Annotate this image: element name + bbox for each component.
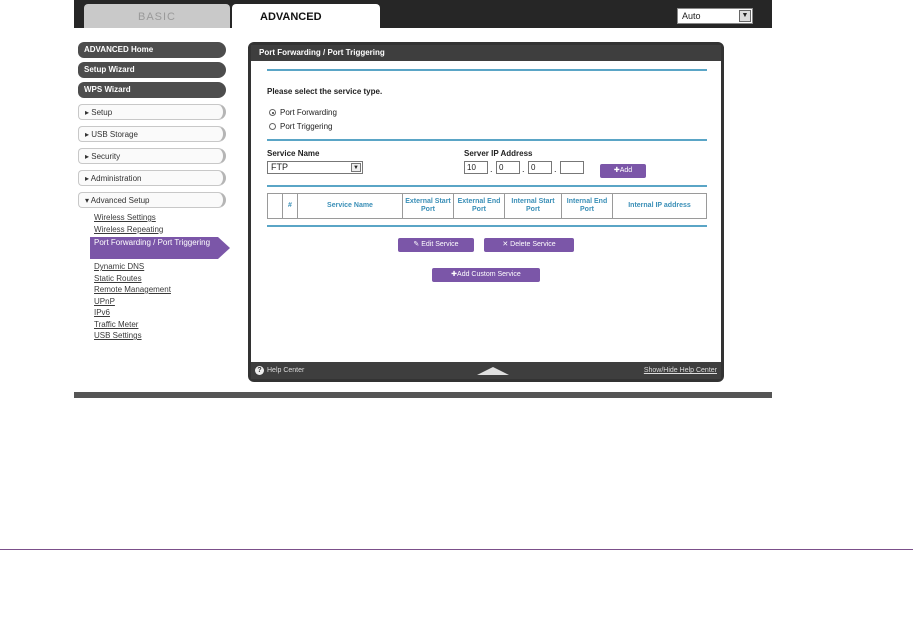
ip-dot: . — [490, 164, 493, 174]
language-select[interactable]: Auto ▼ — [677, 8, 753, 24]
show-hide-help-link[interactable]: Show/Hide Help Center — [644, 362, 717, 379]
nav-wireless-settings[interactable]: Wireless Settings — [78, 212, 226, 224]
server-ip-label: Server IP Address — [464, 149, 533, 158]
nav-port-forwarding[interactable]: Port Forwarding / Port Triggering — [90, 237, 230, 259]
delete-service-button[interactable]: ✕ Delete Service — [484, 238, 574, 252]
nav-upnp[interactable]: UPnP — [78, 296, 226, 308]
divider — [267, 139, 707, 141]
nav-wps-wizard[interactable]: WPS Wizard — [78, 82, 226, 98]
chevron-down-icon: ▼ — [351, 163, 361, 172]
col-external-start-port: External Start Port — [402, 193, 454, 219]
service-name-value: FTP — [271, 162, 288, 172]
ip-dot: . — [522, 164, 525, 174]
port-triggering-radio[interactable] — [269, 123, 276, 130]
col-service-name: Service Name — [297, 193, 403, 219]
ip-dot: . — [554, 164, 557, 174]
nav-administration[interactable]: ▸ Administration — [78, 170, 226, 186]
ip-octet-3[interactable]: 0 — [528, 161, 552, 174]
help-center-bar: ? Help Center Show/Hide Help Center — [251, 362, 721, 379]
add-custom-service-button[interactable]: ✚Add Custom Service — [432, 268, 540, 282]
page-separator — [0, 549, 913, 550]
tab-advanced[interactable]: ADVANCED — [232, 4, 380, 28]
port-forwarding-label: Port Forwarding — [280, 108, 337, 117]
ip-octet-2[interactable]: 0 — [496, 161, 520, 174]
language-value: Auto — [682, 11, 701, 21]
divider — [267, 69, 707, 71]
help-icon: ? — [255, 366, 264, 375]
service-name-select[interactable]: FTP ▼ — [267, 161, 363, 174]
nav-dynamic-dns[interactable]: Dynamic DNS — [78, 261, 226, 273]
nav-static-routes[interactable]: Static Routes — [78, 273, 226, 285]
col-internal-end-port: Internal End Port — [561, 193, 613, 219]
nav-wireless-repeating[interactable]: Wireless Repeating — [78, 224, 226, 236]
expand-arrow-icon[interactable] — [477, 367, 509, 375]
port-forwarding-panel: Port Forwarding / Port Triggering Please… — [248, 42, 724, 382]
divider — [267, 185, 707, 187]
table-header-row: # Service Name External Start Port Exter… — [267, 193, 707, 219]
col-select — [267, 193, 283, 219]
bottom-bar — [74, 392, 772, 398]
nav-traffic-meter[interactable]: Traffic Meter — [78, 319, 226, 331]
sidebar: ADVANCED Home Setup Wizard WPS Wizard ▸ … — [78, 42, 230, 342]
tab-basic[interactable]: BASIC — [84, 4, 230, 28]
panel-title: Port Forwarding / Port Triggering — [251, 45, 721, 61]
nav-usb-storage[interactable]: ▸ USB Storage — [78, 126, 226, 142]
col-internal-start-port: Internal Start Port — [504, 193, 562, 219]
router-admin-window: BASIC ADVANCED Auto ▼ ADVANCED Home Setu… — [74, 0, 772, 398]
col-number: # — [282, 193, 298, 219]
ip-octet-4[interactable] — [560, 161, 584, 174]
nav-security[interactable]: ▸ Security — [78, 148, 226, 164]
service-type-prompt: Please select the service type. — [267, 87, 383, 96]
port-triggering-label: Port Triggering — [280, 122, 333, 131]
port-forwarding-radio[interactable] — [269, 109, 276, 116]
service-name-label: Service Name — [267, 149, 320, 158]
col-internal-ip: Internal IP address — [612, 193, 707, 219]
nav-usb-settings[interactable]: USB Settings — [78, 330, 226, 342]
nav-advanced-setup[interactable]: ▾ Advanced Setup — [78, 192, 226, 208]
nav-setup-wizard[interactable]: Setup Wizard — [78, 62, 226, 78]
ip-octet-1[interactable]: 10 — [464, 161, 488, 174]
chevron-down-icon: ▼ — [739, 10, 751, 22]
top-bar: BASIC ADVANCED Auto ▼ — [74, 0, 772, 28]
edit-service-button[interactable]: ✎ Edit Service — [398, 238, 474, 252]
divider — [267, 225, 707, 227]
col-external-end-port: External End Port — [453, 193, 505, 219]
nav-remote-management[interactable]: Remote Management — [78, 284, 226, 296]
nav-advanced-home[interactable]: ADVANCED Home — [78, 42, 226, 58]
add-button[interactable]: ✚Add — [600, 164, 646, 178]
nav-setup[interactable]: ▸ Setup — [78, 104, 226, 120]
port-forwarding-table: # Service Name External Start Port Exter… — [267, 193, 707, 219]
nav-ipv6[interactable]: IPv6 — [78, 307, 226, 319]
help-center-label: Help Center — [267, 367, 305, 374]
content-area: ADVANCED Home Setup Wizard WPS Wizard ▸ … — [74, 28, 772, 394]
